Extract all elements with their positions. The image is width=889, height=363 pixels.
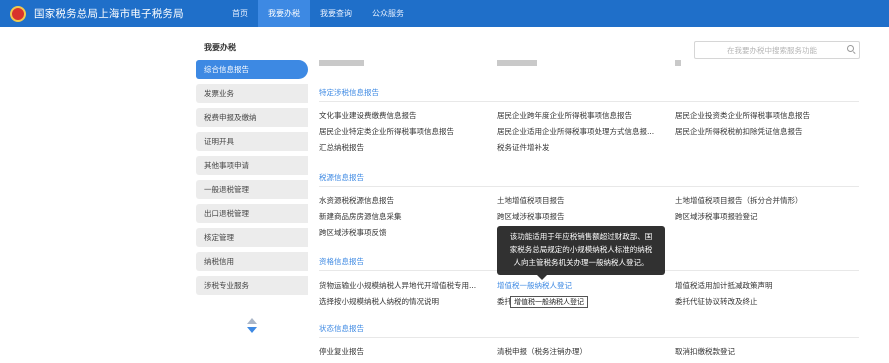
section-divider [319, 186, 859, 187]
hover-title-tip: 增值税一般纳税人登记 [510, 296, 588, 308]
nav-home[interactable]: 首页 [222, 0, 258, 27]
tooltip-line: 该功能适用于年应税销售额超过财政部、国 [509, 232, 653, 241]
sidebar-scroll-control[interactable] [246, 318, 258, 336]
section-title-tax-source: 税源信息报告 [319, 173, 364, 182]
search-icon[interactable] [847, 45, 856, 55]
sidebar-title: 我要办税 [204, 43, 236, 52]
main-nav: 首页 我要办税 我要查询 公众服务 [222, 0, 414, 27]
service-link[interactable]: 增值税适用加计抵减政策声明 [675, 280, 773, 291]
sidebar-item-certificate[interactable]: 证明开具 [196, 132, 308, 151]
service-link[interactable]: 跨区域涉税事项报验登记 [675, 211, 758, 222]
section-title-qualification: 资格信息报告 [319, 257, 364, 266]
nav-tax-handling[interactable]: 我要办税 [258, 0, 310, 27]
service-link[interactable]: 居民企业所得税税前扣除凭证信息报告 [675, 126, 803, 137]
search-input[interactable] [699, 43, 845, 57]
service-link[interactable]: 土地增值税项目报告（拆分合并情形） [675, 195, 803, 206]
section-divider [319, 337, 859, 338]
service-link[interactable]: 居民企业投资类企业所得税事项信息报告 [675, 110, 810, 121]
tooltip-caret [537, 275, 547, 280]
section-title-status: 状态信息报告 [319, 324, 364, 333]
service-link[interactable]: 跨区域涉税事项反馈 [319, 227, 387, 238]
service-link[interactable]: 汇总纳税报告 [319, 142, 364, 153]
service-link[interactable]: 土地增值税项目报告 [497, 195, 565, 206]
tooltip-line: 人向主管税务机关办理一般纳税人登记。 [513, 258, 649, 267]
sidebar-item-professional-service[interactable]: 涉税专业服务 [196, 276, 308, 295]
sidebar-item-refund[interactable]: 一般退税管理 [196, 180, 308, 199]
scroll-up-icon[interactable] [247, 318, 257, 324]
tax-emblem-icon [10, 5, 26, 22]
sidebar-item-invoice[interactable]: 发票业务 [196, 84, 308, 103]
nav-public-service[interactable]: 公众服务 [362, 0, 414, 27]
clipped-link [497, 60, 537, 66]
section-title-specific-info: 特定涉税信息报告 [319, 88, 379, 97]
service-link[interactable]: 文化事业建设费缴费信息报告 [319, 110, 417, 121]
service-link[interactable]: 取消扣缴税款登记 [675, 346, 735, 357]
search-box [694, 41, 860, 59]
scroll-down-icon[interactable] [247, 327, 257, 333]
sidebar-item-export-refund[interactable]: 出口退税管理 [196, 204, 308, 223]
sidebar-item-other-application[interactable]: 其他事项申请 [196, 156, 308, 175]
service-link[interactable]: 委托代征协议转改及终止 [675, 296, 758, 307]
general-taxpayer-registration-link[interactable]: 增值税一般纳税人登记 [497, 280, 572, 291]
sidebar-item-credit[interactable]: 纳税信用 [196, 252, 308, 271]
service-link[interactable]: 水资源税税源信息报告 [319, 195, 394, 206]
clipped-link [319, 60, 364, 66]
service-link[interactable]: 新建商品房房源信息采集 [319, 211, 402, 222]
sidebar-item-info-report[interactable]: 综合信息报告 [196, 60, 308, 79]
function-description-tooltip: 该功能适用于年应税销售额超过财政部、国 家税务总局规定的小规模纳税人标准的纳税 … [497, 226, 665, 280]
service-link[interactable]: 清税申报（税务注销办理） [497, 346, 587, 357]
tooltip-line: 家税务总局规定的小规模纳税人标准的纳税 [509, 245, 653, 254]
top-header: 国家税务总局上海市电子税务局 首页 我要办税 我要查询 公众服务 [0, 0, 889, 27]
service-link[interactable]: 选择按小规模纳税人纳税的情况说明 [319, 296, 439, 307]
site-brand[interactable]: 国家税务总局上海市电子税务局 [10, 4, 184, 23]
site-title: 国家税务总局上海市电子税务局 [34, 8, 184, 20]
nav-query[interactable]: 我要查询 [310, 0, 362, 27]
service-link[interactable]: 跨区域涉税事项报告 [497, 211, 565, 222]
service-link[interactable]: 居民企业跨年度企业所得税事项信息报告 [497, 110, 632, 121]
service-link[interactable]: 居民企业特定类企业所得税事项信息报告 [319, 126, 454, 137]
sidebar-item-verification[interactable]: 核定管理 [196, 228, 308, 247]
sidebar-item-declaration[interactable]: 税费申报及缴纳 [196, 108, 308, 127]
section-divider [319, 101, 859, 102]
clipped-link [675, 60, 681, 66]
service-link[interactable]: 货物运输业小规模纳税人异地代开增值税专用... [319, 280, 476, 291]
service-link[interactable]: 停业复业报告 [319, 346, 364, 357]
service-link[interactable]: 居民企业适用企业所得税事项处理方式信息报... [497, 126, 654, 137]
sidebar-menu: 综合信息报告 发票业务 税费申报及缴纳 证明开具 其他事项申请 一般退税管理 出… [196, 60, 308, 300]
service-link[interactable]: 税务证件增补发 [497, 142, 550, 153]
